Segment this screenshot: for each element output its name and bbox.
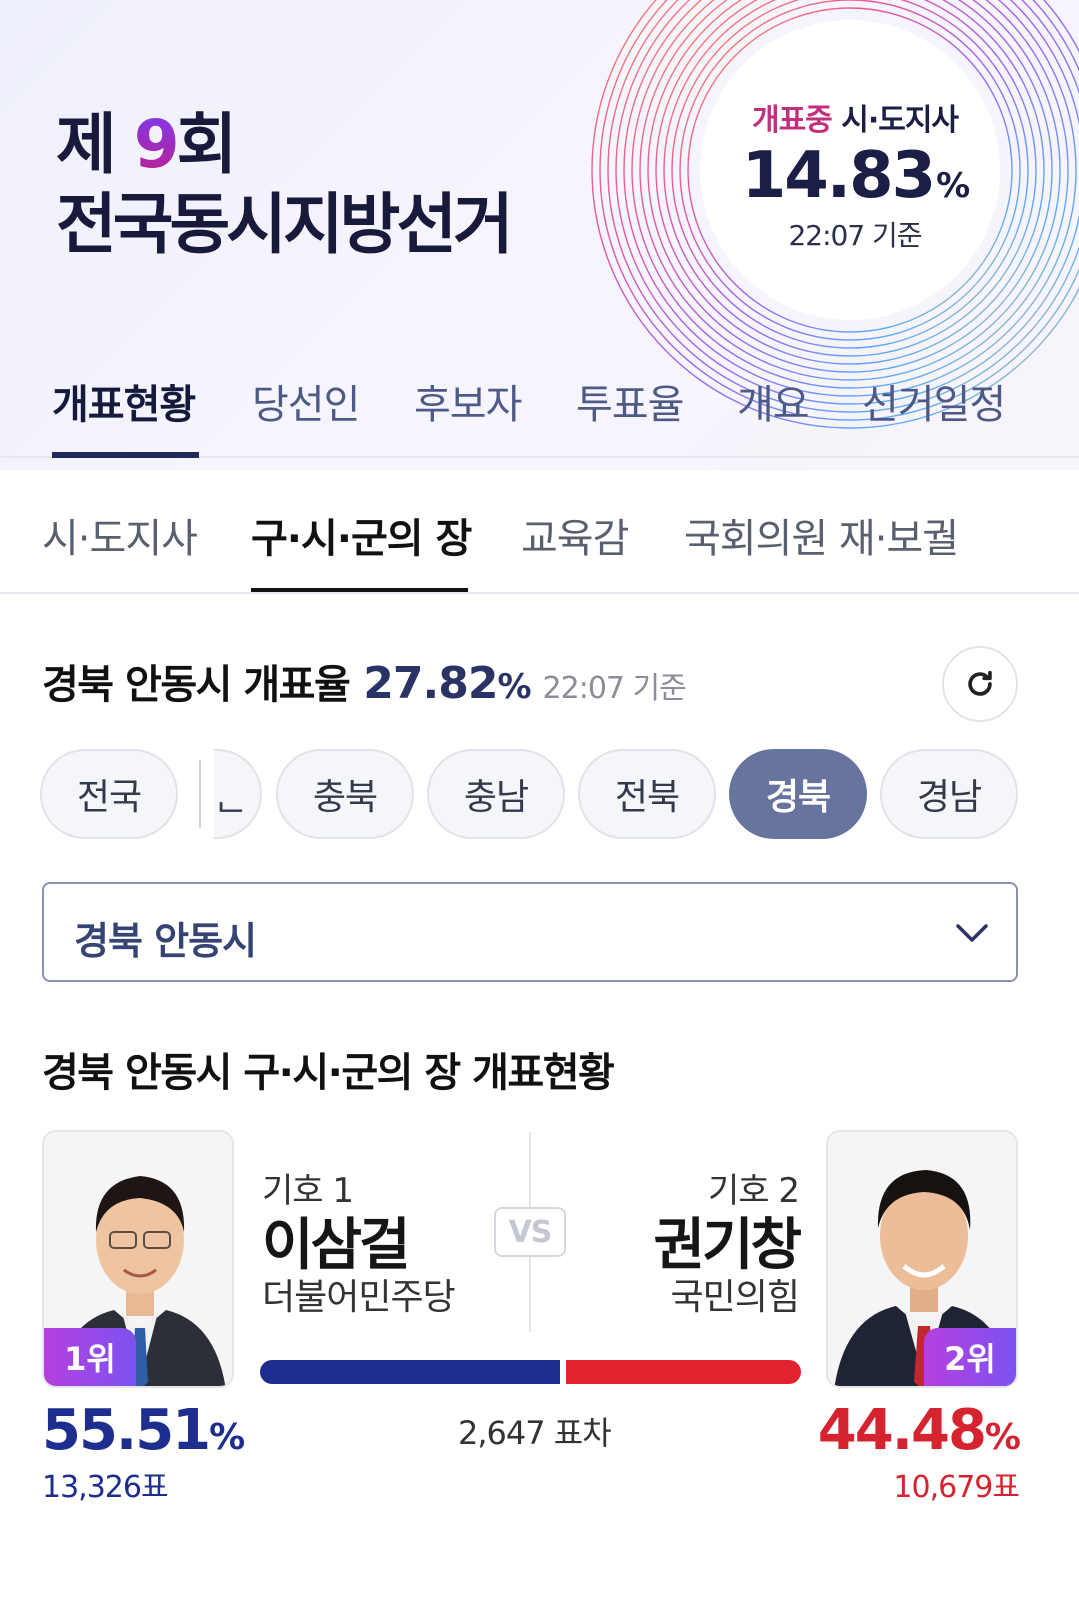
section-title: 경북 안동시 구·시·군의 장 개표현황 <box>42 1050 615 1096</box>
counting-rate-row: 경북 안동시 개표율 27.82% 22:07 기준 <box>42 652 687 710</box>
counting-label: 개표중 시·도지사 <box>751 103 959 138</box>
region-chip-jeonbuk[interactable]: 전북 <box>578 749 716 839</box>
vote-difference: 2,647 표차 <box>458 1414 612 1452</box>
rate-title: 경북 안동시 개표율 <box>42 662 351 708</box>
rate-value: 27.82% <box>363 658 531 709</box>
candidate-party-right: 국민의힘 <box>670 1277 800 1318</box>
sub-nav: 시·도지사 구·시·군의 장 교육감 국회의원 재·보궐 <box>0 460 1079 594</box>
rank-badge-left: 1위 <box>44 1328 136 1386</box>
candidate-party-left: 더불어민주당 <box>262 1277 456 1318</box>
election-title-line1: 제 9회 <box>56 106 237 183</box>
vote-count-right: 10,679표 <box>893 1470 1020 1505</box>
candidate-photo-left[interactable]: 1위 <box>42 1130 234 1388</box>
tab-turnout[interactable]: 투표율 <box>576 372 684 430</box>
vote-share-bar-right <box>566 1360 801 1384</box>
chevron-down-icon <box>956 924 988 942</box>
subtab-by-election[interactable]: 국회의원 재·보궐 <box>684 506 959 564</box>
rate-time: 22:07 기준 <box>542 671 687 706</box>
rank-badge-right: 2위 <box>924 1328 1016 1386</box>
region-chip-national[interactable]: 전국 <box>40 749 178 839</box>
district-select[interactable]: 경북 안동시 <box>42 882 1018 982</box>
main-nav-active-indicator <box>52 452 199 458</box>
counting-status: 개표중 시·도지사 14.83% 22:07 기준 <box>720 95 990 254</box>
vote-count-left: 13,326표 <box>42 1470 169 1505</box>
region-chip-chungnam[interactable]: 충남 <box>427 749 565 839</box>
tab-candidates[interactable]: 후보자 <box>414 372 522 430</box>
region-chip-gyeongbuk[interactable]: 경북 <box>729 749 867 839</box>
region-chip-chungbuk[interactable]: 충북 <box>276 749 414 839</box>
subtab-education[interactable]: 교육감 <box>521 506 629 564</box>
counting-rate: 14.83% <box>741 139 971 213</box>
election-title: 제 9회 전국동시지방선거 <box>56 106 514 263</box>
refresh-button[interactable] <box>942 646 1018 722</box>
tab-winners[interactable]: 당선인 <box>252 372 360 430</box>
subtab-mayor[interactable]: 구·시·군의 장 <box>251 506 472 564</box>
tab-overview[interactable]: 개요 <box>737 372 810 430</box>
refresh-icon <box>968 670 992 696</box>
election-title-line2: 전국동시지방선거 <box>56 186 514 263</box>
region-chip-gyeongnam[interactable]: 경남 <box>880 749 1018 839</box>
region-chip-divider <box>199 760 201 828</box>
vote-share-bar-left <box>260 1360 560 1384</box>
tab-count-status[interactable]: 개표현황 <box>52 372 196 430</box>
district-select-value: 경북 안동시 <box>74 919 257 963</box>
tab-schedule[interactable]: 선거일정 <box>862 372 1006 430</box>
vote-percent-right: 44.48% <box>817 1398 1021 1463</box>
vs-badge: VS <box>494 1207 566 1257</box>
candidate-photo-right[interactable]: 2위 <box>826 1130 1018 1388</box>
main-nav: 개표현황 당선인 후보자 투표율 개요 선거일정 <box>0 360 1079 458</box>
subtab-governor[interactable]: 시·도지사 <box>42 506 198 564</box>
region-chip-partial[interactable]: ᆫ <box>214 749 262 839</box>
election-round-number: 9 <box>133 106 180 183</box>
vote-percent-left: 55.51% <box>42 1398 245 1463</box>
sub-nav-active-indicator <box>251 588 468 592</box>
counting-time: 22:07 기준 <box>788 219 922 253</box>
